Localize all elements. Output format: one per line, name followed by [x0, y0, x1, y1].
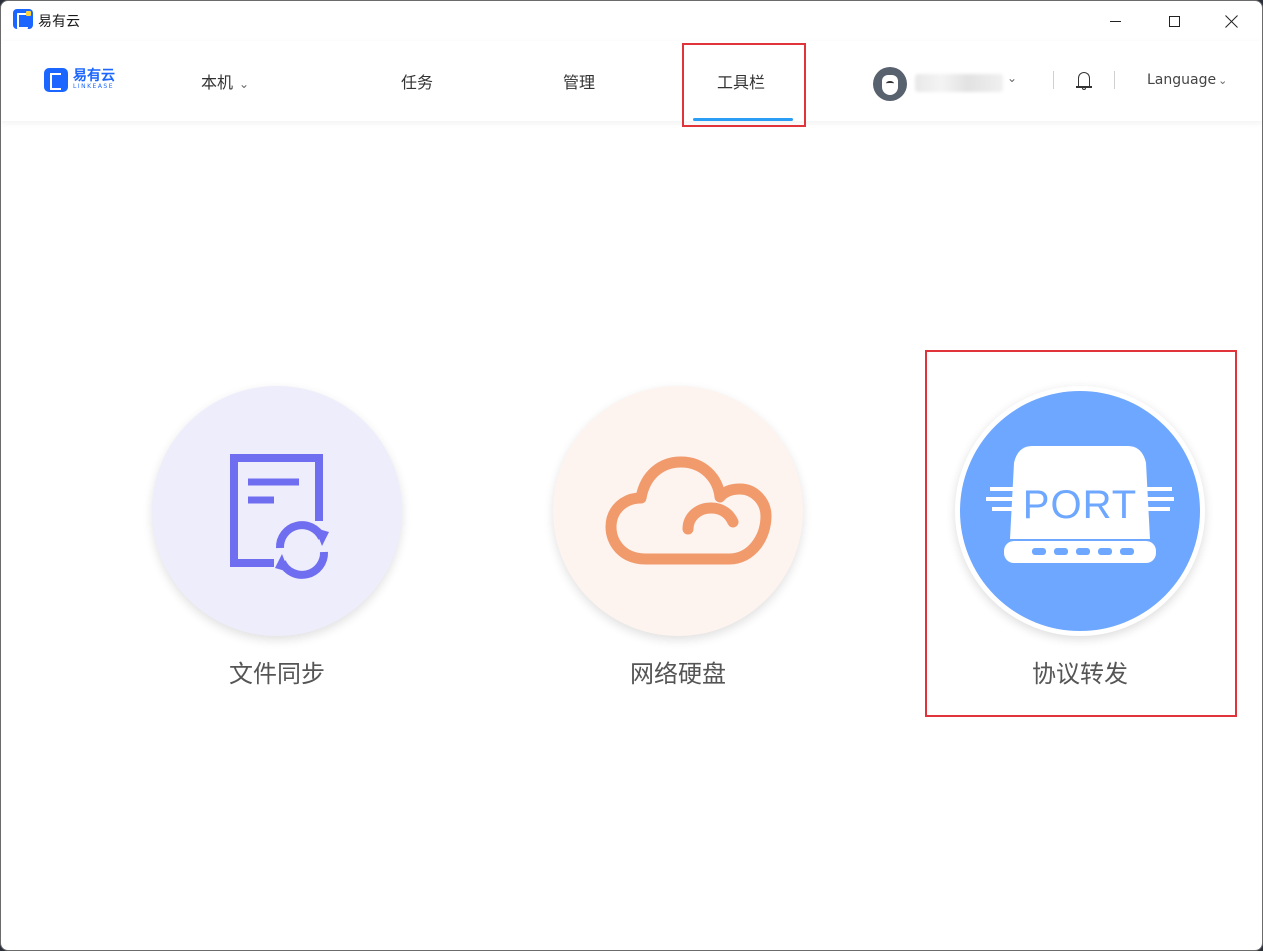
window-title: 易有云 — [38, 14, 80, 30]
language-selector[interactable]: Language ⌄ — [1147, 72, 1227, 88]
top-nav — [1, 41, 1262, 121]
file-sync-icon — [230, 454, 329, 579]
user-menu-chevron-icon[interactable]: ⌄ — [1007, 71, 1017, 85]
nav-tasks[interactable]: 任务 — [401, 69, 433, 93]
nav-manage[interactable]: 管理 — [563, 69, 595, 93]
tool-file-sync-label: 文件同步 — [229, 660, 325, 688]
nav-local-label: 本机 — [201, 73, 234, 92]
brand-name: 易有云 — [73, 68, 115, 84]
close-icon — [1225, 15, 1238, 28]
brand-mark-icon — [44, 68, 68, 92]
tool-network-disk-circle — [553, 386, 803, 636]
minimize-icon — [1109, 20, 1121, 22]
chevron-down-icon: ⌄ — [239, 77, 250, 91]
user-avatar[interactable] — [873, 67, 907, 101]
nav-local[interactable]: 本机 ⌄ — [201, 69, 249, 93]
header-divider — [1114, 71, 1115, 89]
tool-file-sync[interactable]: 文件同步 — [152, 386, 402, 689]
maximize-button[interactable] — [1151, 1, 1197, 41]
language-label: Language — [1147, 72, 1217, 88]
brand-subtitle: LINKEASE — [73, 83, 115, 90]
app-logo-icon — [13, 9, 33, 29]
cloud-icon — [605, 456, 772, 565]
username-redacted[interactable] — [915, 74, 1003, 92]
app-window: 易有云 易有云 LINKEASE 本机 ⌄ 任务 管理 工具栏 ⌄ Languag… — [0, 0, 1263, 951]
header-divider — [1053, 71, 1054, 89]
tool-network-disk-label: 网络硬盘 — [630, 660, 726, 688]
brand-logo[interactable]: 易有云 LINKEASE — [44, 68, 115, 92]
chevron-down-icon: ⌄ — [1218, 74, 1228, 87]
tool-network-disk[interactable]: 网络硬盘 — [553, 386, 803, 689]
notification-bell-icon[interactable] — [1075, 71, 1093, 91]
close-button[interactable] — [1208, 1, 1254, 41]
highlight-box-tools-tab — [682, 43, 806, 127]
highlight-box-protocol-forward — [925, 350, 1237, 717]
title-bar: 易有云 — [1, 1, 1262, 41]
maximize-icon — [1168, 15, 1180, 27]
minimize-button[interactable] — [1092, 1, 1138, 41]
tool-file-sync-circle — [152, 386, 402, 636]
